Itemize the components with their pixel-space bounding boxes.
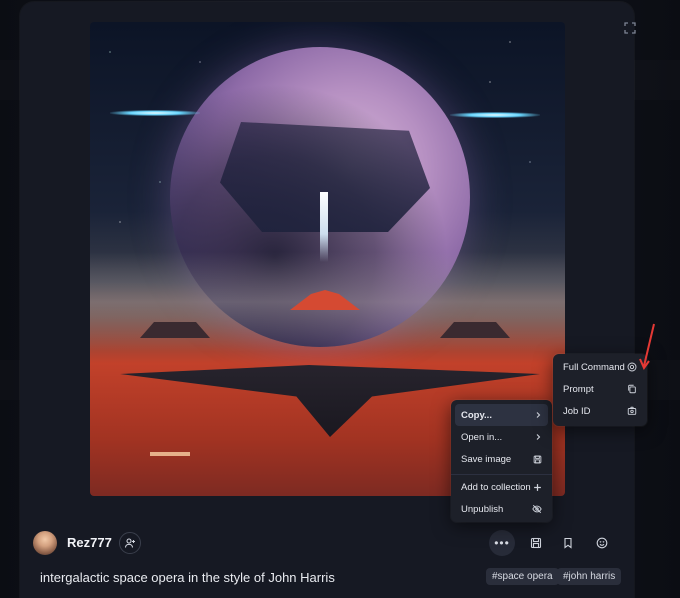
tag-john-harris[interactable]: #john harris — [557, 568, 622, 585]
annotation-arrow-icon — [639, 323, 655, 371]
tag-space-opera[interactable]: #space opera — [486, 568, 559, 585]
expand-button[interactable] — [620, 18, 640, 38]
follow-button[interactable] — [119, 532, 141, 554]
copy-icon — [628, 384, 636, 394]
more-horizontal-icon: ••• — [494, 536, 510, 550]
bookmark-button[interactable] — [558, 533, 578, 553]
menu-item-label: Save image — [461, 453, 512, 465]
menu-item-add-to-collection[interactable]: Add to collection — [455, 476, 548, 498]
smile-icon — [596, 537, 608, 549]
menu-item-prompt[interactable]: Prompt — [557, 378, 643, 400]
menu-item-copy[interactable]: Copy... — [455, 404, 548, 426]
save-image-button[interactable] — [526, 533, 546, 553]
react-button[interactable] — [592, 533, 612, 553]
menu-item-unpublish[interactable]: Unpublish — [455, 498, 548, 520]
menu-item-label: Add to collection — [461, 481, 531, 493]
menu-divider — [451, 474, 552, 475]
expand-icon — [624, 22, 636, 34]
actions-menu: Copy... Open in... Save image Add to col… — [451, 400, 552, 522]
menu-item-label: Copy... — [461, 409, 492, 421]
plus-icon — [534, 483, 541, 491]
menu-item-label: Full Command — [563, 361, 625, 373]
avatar[interactable] — [33, 531, 57, 555]
menu-item-label: Prompt — [563, 383, 594, 395]
chevron-right-icon — [536, 412, 541, 418]
menu-item-label: Job ID — [563, 405, 591, 417]
menu-item-open-in[interactable]: Open in... — [455, 426, 548, 448]
menu-item-label: Open in... — [461, 431, 503, 443]
menu-item-label: Unpublish — [461, 503, 504, 515]
id-card-icon — [627, 406, 637, 415]
username[interactable]: Rez777 — [67, 535, 112, 550]
menu-item-save-image[interactable]: Save image — [455, 448, 548, 470]
add-user-icon — [124, 538, 135, 548]
bookmark-icon — [564, 537, 572, 549]
prompt-text: intergalactic space opera in the style o… — [40, 570, 335, 585]
chevron-right-icon — [536, 434, 541, 440]
menu-item-job-id[interactable]: Job ID — [557, 400, 643, 422]
save-icon — [530, 537, 542, 549]
more-options-button[interactable]: ••• — [489, 530, 515, 556]
save-icon — [533, 455, 542, 463]
eye-off-icon — [532, 504, 542, 514]
